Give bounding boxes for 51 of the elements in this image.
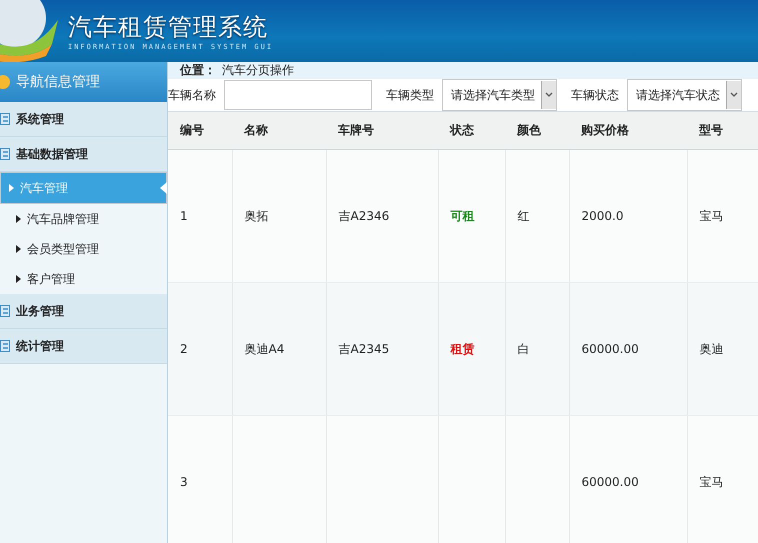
status-text: 可租 — [450, 208, 474, 222]
filter-label: 车辆状态 — [570, 86, 620, 104]
column-header: 购买价格 — [569, 112, 687, 150]
status-text: 租赁 — [450, 342, 474, 356]
table-cell: 1 — [168, 150, 232, 282]
sidebar-group[interactable]: 系统管理 — [0, 102, 167, 137]
sidebar-group[interactable]: 业务管理 — [0, 294, 167, 329]
triangle-icon — [9, 184, 14, 192]
column-header: 状态 — [438, 112, 505, 150]
column-header: 编号 — [168, 112, 232, 150]
sidebar-group[interactable]: 统计管理 — [0, 329, 167, 364]
sidebar-group[interactable]: 基础数据管理 — [0, 137, 167, 172]
table-cell: 奥迪 — [687, 282, 758, 416]
triangle-icon — [16, 275, 21, 283]
triangle-icon — [16, 245, 21, 253]
table-cell: 白 — [505, 282, 569, 416]
location-label: 位置： — [180, 62, 216, 79]
filter-label: 车辆名称 — [168, 86, 217, 104]
table-cell: 奥拓 — [232, 150, 326, 282]
app-title: 汽车租赁管理系统 — [68, 12, 269, 43]
table-cell: 吉A2345 — [326, 282, 438, 416]
list-icon — [0, 113, 10, 125]
filter-label: 车辆类型 — [385, 86, 435, 104]
table-cell: 奥迪A4 — [232, 282, 326, 416]
column-header: 名称 — [232, 112, 326, 150]
table-cell: 红 — [505, 150, 569, 282]
chevron-down-icon — [545, 92, 553, 98]
name-field[interactable] — [224, 80, 372, 110]
table-cell: 60000.00 — [569, 282, 687, 416]
dropdown[interactable]: 请选择汽车类型 — [442, 79, 557, 111]
column-header: 颜色 — [505, 112, 569, 150]
list-icon — [0, 148, 10, 160]
chevron-down-icon — [730, 92, 738, 98]
sidebar-item[interactable]: 客户管理 — [0, 264, 167, 294]
table-cell: 宝马 — [687, 416, 758, 543]
table-cell: 吉A2346 — [326, 150, 438, 282]
sidebar-item[interactable]: 会员类型管理 — [0, 234, 167, 264]
column-header: 车牌号 — [326, 112, 438, 150]
triangle-icon — [16, 215, 21, 223]
table-cell: 2 — [168, 282, 232, 416]
sidebar-item[interactable]: 汽车品牌管理 — [0, 204, 167, 234]
table-cell: 2000.0 — [569, 150, 687, 282]
table-cell: 宝马 — [687, 150, 758, 282]
dropdown[interactable]: 请选择汽车状态 — [627, 79, 742, 111]
list-icon — [0, 340, 10, 352]
column-header: 型号 — [687, 112, 758, 150]
nav-title: 导航信息管理 — [16, 73, 100, 91]
list-icon — [0, 305, 10, 317]
table-cell: 60000.00 — [569, 416, 687, 543]
location-value: 汽车分页操作 — [222, 62, 294, 79]
table-cell: 3 — [168, 416, 232, 543]
